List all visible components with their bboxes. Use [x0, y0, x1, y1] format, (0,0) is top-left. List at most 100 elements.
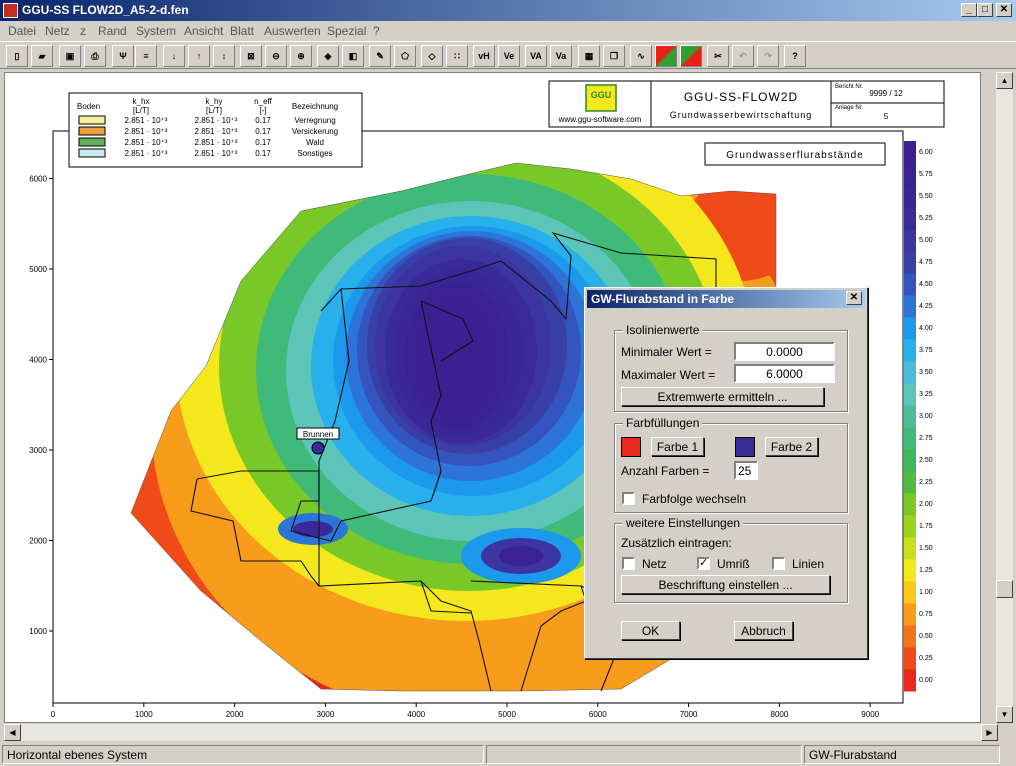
minimize-button[interactable]: _ — [961, 3, 977, 17]
scroll-right-icon[interactable]: ▶ — [981, 724, 998, 741]
menu-help[interactable]: ? — [373, 24, 380, 38]
menu-system[interactable]: System — [136, 24, 176, 38]
isoline-icon[interactable]: ∿ — [630, 45, 652, 67]
vertical-scroll-thumb[interactable] — [996, 580, 1013, 598]
menu-datei[interactable]: Datei — [8, 24, 36, 38]
grid-dots-icon[interactable]: ∷ — [446, 45, 468, 67]
document-icon[interactable]: ≡ — [135, 45, 157, 67]
undo-icon[interactable]: ↶ — [732, 45, 754, 67]
legend-header-khy: k_hy — [206, 97, 223, 106]
farbe1-button[interactable]: Farbe 1 — [651, 437, 704, 456]
farbe2-swatch[interactable] — [735, 437, 755, 457]
umriss-checkbox[interactable]: ✓ — [697, 557, 710, 570]
grid-icon[interactable]: ▦ — [578, 45, 600, 67]
beschriftung-button[interactable]: Beschriftung einstellen ... — [621, 575, 830, 594]
zoom-out-icon[interactable]: ⊖ — [265, 45, 287, 67]
color-fill-2-icon[interactable] — [680, 45, 702, 67]
scroll-down-icon[interactable]: ▼ — [996, 706, 1013, 723]
help-button[interactable]: ? — [784, 45, 806, 67]
move-icon[interactable]: ◈ — [317, 45, 339, 67]
menu-ansicht[interactable]: Ansicht — [184, 24, 223, 38]
farbe2-button[interactable]: Farbe 2 — [765, 437, 818, 456]
open-folder-icon[interactable]: ▰ — [31, 45, 53, 67]
scale-label: 1.25 — [919, 567, 933, 574]
max-value-input[interactable]: 6.0000 — [734, 364, 835, 383]
scale-segment — [904, 427, 916, 450]
status-middle — [486, 745, 802, 764]
farbe1-swatch[interactable] — [621, 437, 641, 457]
scale-label: 2.00 — [919, 501, 933, 508]
outline-icon[interactable]: ◇ — [421, 45, 443, 67]
zoom-in-icon[interactable]: ⊕ — [290, 45, 312, 67]
extremwerte-button[interactable]: Extremwerte ermitteln ... — [621, 387, 824, 406]
abbruch-button[interactable]: Abbruch — [734, 621, 793, 640]
va-button[interactable]: VA — [525, 45, 547, 67]
menu-bar: Datei Netz z Rand System Ansicht Blatt A… — [0, 21, 1016, 41]
anlage-value: 5 — [884, 112, 889, 121]
linien-label: Linien — [792, 557, 825, 571]
close-button[interactable]: ✕ — [996, 3, 1012, 17]
group-isolinienwerte-label: Isolinienwerte — [623, 323, 703, 337]
legend-khy: 2.851 · 10⁺³ — [195, 138, 238, 147]
vh-button[interactable]: vH — [473, 45, 495, 67]
scale-label: 2.50 — [919, 457, 933, 464]
arrow-down-icon[interactable]: ↓ — [163, 45, 185, 67]
scale-label: 5.00 — [919, 237, 933, 244]
dialog-close-icon[interactable]: ✕ — [846, 291, 862, 305]
scroll-up-icon[interactable]: ▲ — [996, 72, 1013, 89]
well-marker[interactable] — [311, 441, 325, 455]
menu-rand[interactable]: Rand — [98, 24, 127, 38]
scale-segment — [904, 141, 916, 164]
save-icon[interactable]: ▣ — [59, 45, 81, 67]
x-axis-ticks: 0 1000 2000 3000 4000 5000 6000 7000 8000 9000 — [51, 703, 880, 719]
print-icon[interactable]: ⎙ — [84, 45, 106, 67]
vertical-scrollbar[interactable]: ▲ ▼ — [996, 72, 1013, 723]
color-icon[interactable]: ◧ — [342, 45, 364, 67]
ok-button[interactable]: OK — [621, 621, 680, 640]
scissors-icon[interactable]: ✂ — [707, 45, 729, 67]
arrow-updown-icon[interactable]: ↕ — [213, 45, 235, 67]
y-tick-label: 4000 — [29, 356, 47, 365]
title-block: GGU www.ggu-software.com GGU-SS-FLOW2D G… — [548, 80, 945, 128]
app-icon[interactable] — [3, 3, 18, 18]
scale-segment — [904, 493, 916, 516]
netz-checkbox[interactable] — [622, 557, 635, 570]
zoom-window-icon[interactable]: ⊠ — [240, 45, 262, 67]
scale-label: 5.25 — [919, 215, 933, 222]
menu-auswerten[interactable]: Auswerten — [264, 24, 321, 38]
maximize-button[interactable]: □ — [977, 3, 993, 17]
max-label: Maximaler Wert = — [621, 368, 716, 382]
legend-neff: 0.17 — [255, 138, 271, 147]
polygon-icon[interactable]: ⬠ — [394, 45, 416, 67]
tool-icon[interactable]: Ψ — [112, 45, 134, 67]
menu-netz[interactable]: Netz — [45, 24, 70, 38]
farbfolge-checkbox[interactable] — [622, 492, 635, 505]
scroll-left-icon[interactable]: ◀ — [4, 724, 21, 741]
va-lower-button[interactable]: Va — [550, 45, 572, 67]
bericht-label: Bericht Nr. — [835, 84, 863, 90]
redo-icon[interactable]: ↷ — [757, 45, 779, 67]
color-fill-icon[interactable] — [655, 45, 677, 67]
program-name: GGU-SS-FLOW2D — [684, 90, 798, 104]
horizontal-scrollbar[interactable]: ◀ ▶ — [4, 724, 998, 741]
menu-spezial[interactable]: Spezial — [327, 24, 366, 38]
menu-z[interactable]: z — [80, 24, 86, 38]
min-value-input[interactable]: 0.0000 — [734, 342, 835, 361]
copy-icon[interactable]: ❐ — [603, 45, 625, 67]
well-label: Brunnen — [303, 430, 333, 439]
linien-checkbox[interactable] — [772, 557, 785, 570]
farbfolge-label: Farbfolge wechseln — [642, 492, 747, 506]
netz-label: Netz — [642, 557, 667, 571]
menu-blatt[interactable]: Blatt — [230, 24, 254, 38]
anzahl-input[interactable]: 25 — [734, 461, 758, 480]
new-file-icon[interactable]: ▯ — [6, 45, 28, 67]
scale-label: 0.50 — [919, 633, 933, 640]
arrow-up-icon[interactable]: ↑ — [188, 45, 210, 67]
scale-segment — [904, 185, 916, 208]
scale-segment — [904, 383, 916, 406]
y-tick-label: 1000 — [29, 627, 47, 636]
ve-button[interactable]: Ve — [498, 45, 520, 67]
anzahl-label: Anzahl Farben = — [621, 464, 710, 478]
edit-icon[interactable]: ✎ — [369, 45, 391, 67]
legend-neff: 0.17 — [255, 116, 271, 125]
